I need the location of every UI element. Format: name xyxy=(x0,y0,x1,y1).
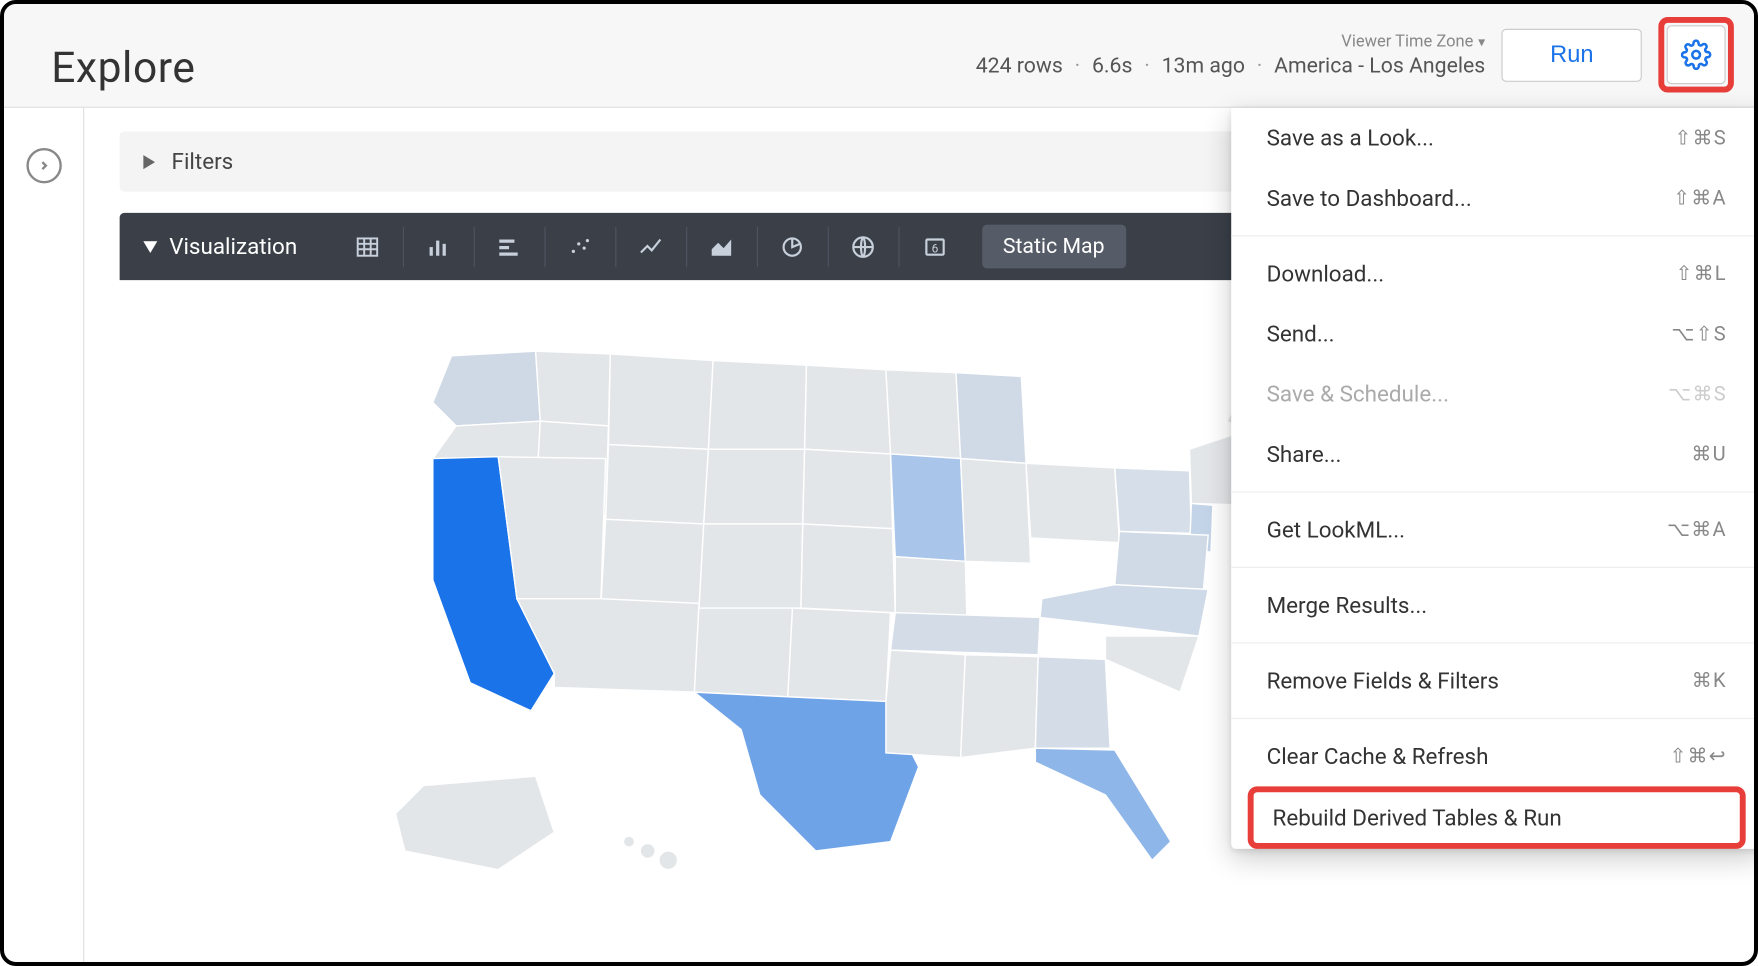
menu-item-label: Save & Schedule... xyxy=(1267,380,1449,407)
menu-item[interactable]: Save as a Look... ⇧⌘S xyxy=(1231,108,1758,168)
menu-item-label: Rebuild Derived Tables & Run xyxy=(1273,804,1562,831)
separator: · xyxy=(1144,53,1150,78)
scatter-chart-icon xyxy=(565,234,596,260)
menu-item-label: Download... xyxy=(1267,260,1385,287)
timezone-label: Viewer Time Zone xyxy=(1341,32,1473,51)
line-chart-icon xyxy=(635,234,666,260)
visualization-section-header[interactable]: Visualization xyxy=(143,233,297,260)
visualization-label: Visualization xyxy=(169,233,297,260)
menu-item-label: Get LookML... xyxy=(1267,516,1405,543)
menu-item-shortcut: ⌥⌘S xyxy=(1668,382,1727,406)
svg-text:6: 6 xyxy=(931,241,938,255)
menu-item[interactable]: Clear Cache & Refresh ⇧⌘↩ xyxy=(1231,726,1758,786)
menu-item[interactable]: Share... ⌘U xyxy=(1231,424,1758,484)
menu-item-shortcut: ⌘U xyxy=(1691,442,1726,466)
menu-item[interactable]: Rebuild Derived Tables & Run xyxy=(1254,792,1740,843)
menu-item: Save & Schedule... ⌥⌘S xyxy=(1231,364,1758,424)
menu-item[interactable]: Save to Dashboard... ⇧⌘A xyxy=(1231,168,1758,228)
gear-icon xyxy=(1681,39,1712,70)
menu-item-shortcut: ⇧⌘↩ xyxy=(1670,744,1727,768)
menu-item-label: Save to Dashboard... xyxy=(1267,185,1472,212)
chevron-right-icon xyxy=(36,159,50,173)
menu-item[interactable]: Get LookML... ⌥⌘A xyxy=(1231,500,1758,560)
menu-item-shortcut: ⇧⌘A xyxy=(1673,186,1727,210)
menu-item-label: Clear Cache & Refresh xyxy=(1267,743,1489,770)
scatter-viz-button[interactable] xyxy=(545,226,616,266)
menu-item[interactable]: Send... ⌥⇧S xyxy=(1231,304,1758,364)
menu-item-label: Share... xyxy=(1267,441,1342,468)
map-icon xyxy=(848,234,879,260)
column-chart-icon xyxy=(423,234,454,260)
page-title: Explore xyxy=(51,43,976,93)
separator: · xyxy=(1075,53,1081,78)
line-chart-viz-button[interactable] xyxy=(616,226,687,266)
pie-chart-icon xyxy=(777,234,808,260)
menu-separator xyxy=(1231,642,1758,643)
menu-item-label: Merge Results... xyxy=(1267,592,1428,619)
menu-item[interactable]: Merge Results... xyxy=(1231,575,1758,635)
bar-chart-icon xyxy=(494,234,525,260)
menu-separator xyxy=(1231,491,1758,492)
expand-sidebar-button[interactable] xyxy=(26,148,61,183)
table-viz-button[interactable] xyxy=(333,226,404,266)
active-viz-type-label[interactable]: Static Map xyxy=(982,225,1126,269)
single-value-viz-button[interactable]: 6 xyxy=(899,226,970,266)
menu-item-shortcut: ⇧⌘S xyxy=(1674,126,1726,150)
query-time: 6.6s xyxy=(1092,53,1132,78)
menu-item-shortcut: ⌘K xyxy=(1692,669,1727,693)
menu-item-label: Remove Fields & Filters xyxy=(1267,667,1499,694)
menu-item-shortcut: ⌥⌘A xyxy=(1667,518,1727,542)
table-icon xyxy=(352,234,383,260)
menu-separator xyxy=(1231,235,1758,236)
settings-dropdown-menu: Save as a Look... ⇧⌘S Save to Dashboard...… xyxy=(1231,108,1758,849)
column-chart-viz-button[interactable] xyxy=(403,226,474,266)
menu-item-label: Send... xyxy=(1267,320,1335,347)
chevron-down-icon: ▾ xyxy=(1478,33,1485,50)
menu-item-shortcut: ⇧⌘L xyxy=(1676,262,1727,286)
map-viz-button[interactable] xyxy=(828,226,899,266)
run-button[interactable]: Run xyxy=(1502,28,1642,81)
filters-label: Filters xyxy=(172,148,234,175)
menu-separator xyxy=(1231,567,1758,568)
timezone-value: America - Los Angeles xyxy=(1274,53,1485,78)
caret-right-icon xyxy=(143,154,155,168)
menu-item-shortcut: ⌥⇧S xyxy=(1671,322,1726,346)
menu-separator xyxy=(1231,718,1758,719)
menu-item-label: Save as a Look... xyxy=(1267,124,1434,151)
area-chart-viz-button[interactable] xyxy=(687,226,758,266)
pie-chart-viz-button[interactable] xyxy=(757,226,828,266)
row-count: 424 rows xyxy=(976,53,1063,78)
area-chart-icon xyxy=(706,234,737,260)
single-value-icon: 6 xyxy=(919,234,950,260)
highlighted-menu-item: Rebuild Derived Tables & Run xyxy=(1248,786,1746,849)
bar-chart-viz-button[interactable] xyxy=(474,226,545,266)
timezone-selector[interactable]: Viewer Time Zone ▾ xyxy=(1341,32,1485,51)
settings-gear-button[interactable] xyxy=(1667,25,1726,84)
separator: · xyxy=(1257,53,1263,78)
menu-item[interactable]: Remove Fields & Filters ⌘K xyxy=(1231,651,1758,711)
menu-item[interactable]: Download... ⇧⌘L xyxy=(1231,244,1758,304)
caret-down-icon xyxy=(143,241,157,253)
query-age: 13m ago xyxy=(1162,53,1245,78)
